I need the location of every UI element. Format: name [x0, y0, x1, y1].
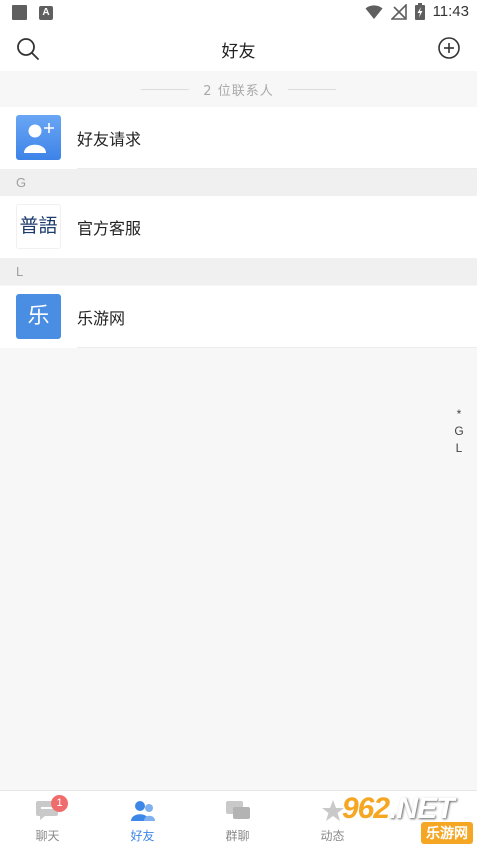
- friends-icon: [130, 801, 155, 821]
- contact-item-leyou[interactable]: 乐 乐游网: [0, 286, 477, 348]
- section-header-g: G: [0, 169, 477, 196]
- avatar: 普語: [16, 204, 61, 249]
- clock: 11:43: [432, 3, 469, 20]
- watermark-subtitle: 乐游网: [421, 822, 473, 844]
- notification-square-icon: [12, 5, 27, 20]
- unread-badge: 1: [51, 795, 68, 812]
- section-letter: G: [16, 175, 27, 190]
- tab-friends[interactable]: 好友: [95, 791, 190, 848]
- contact-name: 乐游网: [77, 309, 126, 328]
- count-divider-right: [287, 88, 336, 90]
- status-bar: A 11:43: [0, 0, 477, 26]
- top-app-bar: 好友: [0, 26, 477, 71]
- battery-charging-icon: [414, 3, 425, 20]
- count-divider-left: [141, 88, 190, 90]
- contact-count-row: 2 位联系人: [0, 71, 477, 107]
- page-title: 好友: [221, 42, 256, 62]
- group-chat-icon: [225, 801, 250, 819]
- tab-chat[interactable]: 1 聊天: [0, 791, 95, 848]
- contact-name: 官方客服: [77, 219, 142, 238]
- tab-label: 好友: [130, 829, 155, 843]
- contact-count: 2 位联系人: [203, 83, 274, 99]
- tab-label: 群聊: [225, 829, 250, 843]
- tab-label: 聊天: [35, 829, 60, 843]
- index-g[interactable]: G: [454, 423, 463, 440]
- site-watermark: 962.NET 乐游网: [336, 792, 477, 848]
- contact-item-official-support[interactable]: 普語 官方客服: [0, 196, 477, 258]
- friend-request-label: 好友请求: [77, 130, 142, 149]
- friend-request-item[interactable]: 好友请求: [0, 107, 477, 169]
- status-left: A: [12, 5, 53, 20]
- no-signal-icon: [390, 3, 407, 20]
- status-right: 11:43: [365, 3, 469, 20]
- add-circle-icon[interactable]: [437, 36, 461, 60]
- app-notification-icon: A: [39, 5, 53, 20]
- row-divider: [77, 347, 477, 348]
- watermark-logo: 962.NET: [342, 792, 454, 826]
- wifi-icon: [365, 4, 383, 19]
- section-letter: L: [16, 264, 24, 279]
- add-friend-icon: [16, 115, 61, 160]
- alphabet-index[interactable]: * G L: [453, 406, 465, 457]
- watermark-suffix: .NET: [389, 792, 454, 825]
- index-star[interactable]: *: [457, 406, 462, 423]
- index-l[interactable]: L: [456, 440, 463, 457]
- avatar: 乐: [16, 294, 61, 339]
- section-header-l: L: [0, 258, 477, 285]
- watermark-brand: 962: [342, 792, 390, 825]
- tab-group-chat[interactable]: 群聊: [190, 791, 285, 848]
